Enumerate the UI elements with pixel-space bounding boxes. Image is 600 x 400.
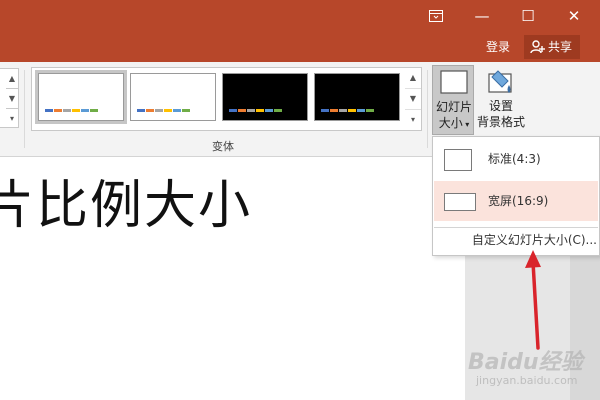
color-swatch — [348, 109, 356, 112]
variants-scroll-down-icon[interactable]: ▼ — [405, 89, 421, 110]
widescreen-ratio-icon — [444, 193, 476, 211]
color-swatch — [330, 109, 338, 112]
color-swatch — [274, 109, 282, 112]
color-swatch — [173, 109, 181, 112]
color-swatch — [164, 109, 172, 112]
custom-slide-size-item[interactable]: 自定义幻灯片大小(C)... — [433, 231, 597, 249]
color-swatch — [339, 109, 347, 112]
person-add-icon — [530, 40, 545, 54]
watermark: Baidu经验 jingyan.baidu.com — [468, 340, 598, 396]
close-button[interactable]: ✕ — [552, 0, 596, 32]
color-swatch — [155, 109, 163, 112]
variants-scroll-up-icon[interactable]: ▲ — [405, 68, 421, 89]
themes-more-icon[interactable]: ▾ — [6, 109, 18, 128]
standard-ratio-icon — [444, 149, 472, 171]
color-swatch — [256, 109, 264, 112]
variants-more-icon[interactable]: ▾ — [405, 110, 421, 130]
color-swatch — [247, 109, 255, 112]
slide-size-button[interactable]: 幻灯片 大小 ▾ — [432, 65, 474, 135]
slide-title-text[interactable]: 片比例大小 — [0, 174, 252, 238]
color-swatch — [146, 109, 154, 112]
variants-group-label: 变体 — [212, 140, 234, 153]
themes-gallery-edge: ▲ ▼ ▾ — [0, 68, 19, 128]
share-button[interactable]: 共享 — [524, 35, 580, 59]
color-swatch — [137, 109, 145, 112]
themes-scroll-down-icon[interactable]: ▼ — [6, 89, 18, 109]
menu-item-label: 宽屏(16:9) — [488, 194, 549, 208]
variant-swatches — [321, 109, 374, 112]
color-swatch — [54, 109, 62, 112]
slide-size-label-line2: 大小 ▾ — [433, 116, 475, 132]
title-bar: — ☐ ✕ 登录 共享 — [0, 0, 600, 62]
slide-size-menu: 标准(4:3) 宽屏(16:9) 自定义幻灯片大小(C)... — [432, 136, 600, 256]
variant-thumbnail-1[interactable] — [35, 70, 127, 124]
format-background-icon — [488, 70, 512, 93]
variants-scrollbar: ▲ ▼ ▾ — [405, 67, 422, 131]
menu-item-widescreen[interactable]: 宽屏(16:9) — [434, 181, 598, 221]
group-separator — [24, 70, 25, 148]
color-swatch — [45, 109, 53, 112]
color-swatch — [265, 109, 273, 112]
minimize-button[interactable]: — — [460, 0, 504, 32]
color-swatch — [90, 109, 98, 112]
variant-swatches — [137, 109, 190, 112]
close-icon: ✕ — [567, 7, 581, 25]
color-swatch — [81, 109, 89, 112]
variant-thumbnail-4[interactable] — [314, 73, 400, 121]
watermark-url: jingyan.baidu.com — [476, 374, 578, 387]
menu-item-standard[interactable]: 标准(4:3) — [434, 139, 598, 179]
variant-thumbnail-3[interactable] — [222, 73, 308, 121]
watermark-brand: Baidu经验 — [468, 350, 583, 375]
format-background-label-line1: 设置 — [488, 99, 513, 113]
themes-scroll-up-icon[interactable]: ▲ — [6, 69, 18, 89]
menu-divider — [434, 227, 598, 228]
color-swatch — [63, 109, 71, 112]
share-label: 共享 — [548, 40, 573, 54]
color-swatch — [238, 109, 246, 112]
sign-in-link[interactable]: 登录 — [486, 38, 510, 56]
color-swatch — [357, 109, 365, 112]
slide-size-label-text: 大小 — [438, 116, 463, 130]
color-swatch — [321, 109, 329, 112]
group-separator — [427, 70, 428, 148]
maximize-button[interactable]: ☐ — [506, 0, 550, 32]
ribbon-display-icon — [429, 10, 443, 22]
dropdown-arrow-icon: ▾ — [462, 120, 470, 129]
variant-swatches — [45, 109, 98, 112]
slide-size-icon — [440, 70, 468, 94]
variant-swatches — [229, 109, 282, 112]
slide-size-label-line1: 幻灯片 — [435, 100, 472, 114]
variant-thumbnail-2[interactable] — [130, 73, 216, 121]
ribbon-display-options-button[interactable] — [414, 0, 458, 32]
color-swatch — [72, 109, 80, 112]
color-swatch — [229, 109, 237, 112]
format-background-button[interactable]: 设置 背景格式 — [476, 65, 526, 135]
variants-gallery — [31, 67, 407, 131]
color-swatch — [366, 109, 374, 112]
menu-item-label: 标准(4:3) — [488, 152, 541, 166]
format-background-label-line2: 背景格式 — [476, 115, 525, 129]
color-swatch — [182, 109, 190, 112]
minimize-icon: — — [474, 7, 490, 25]
maximize-icon: ☐ — [521, 7, 535, 25]
